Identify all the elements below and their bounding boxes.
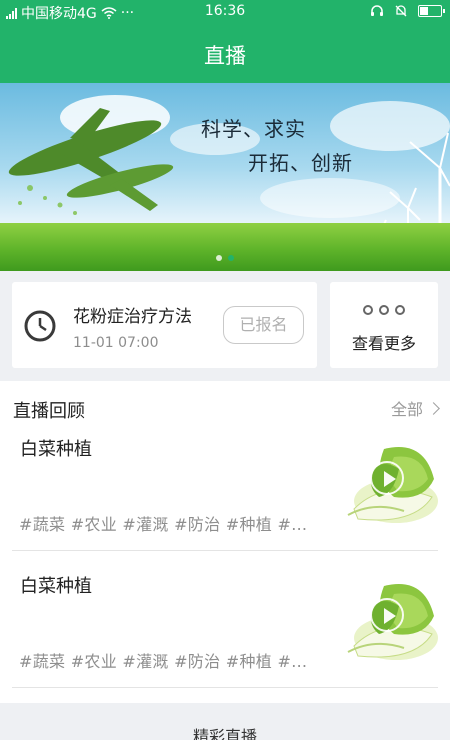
- slogan-line-2: 开拓、创新: [248, 151, 353, 175]
- featured-live-section: 精彩直播: [0, 703, 450, 740]
- divider: [12, 550, 438, 551]
- video-thumbnail[interactable]: [344, 439, 439, 531]
- bell-off-icon: [395, 5, 407, 17]
- battery-icon: [418, 5, 445, 17]
- replay-list-item[interactable]: 白菜种植 #蔬菜 #农业 #灌溉 #防治 #种植 #…: [0, 435, 450, 572]
- carousel-dot[interactable]: [216, 255, 222, 261]
- view-all-label: 全部: [390, 400, 423, 419]
- page-title: 直播: [204, 44, 246, 68]
- play-icon[interactable]: [370, 461, 404, 495]
- replay-item-tags: #蔬菜 #农业 #灌溉 #防治 #种植 #…: [19, 652, 308, 671]
- replay-section: 直播回顾 全部 白菜种植 #蔬菜 #农业 #灌溉 #防治 #种植 #… 白菜种植…: [0, 381, 450, 703]
- play-icon[interactable]: [370, 598, 404, 632]
- banner-carousel[interactable]: 科学、求实 开拓、创新: [0, 83, 450, 271]
- replay-list-item[interactable]: 白菜种植 #蔬菜 #农业 #灌溉 #防治 #种植 #…: [0, 572, 450, 709]
- app-header: 中国移动4G ··· 16:36 直播: [0, 0, 450, 83]
- carousel-dot-active[interactable]: [228, 255, 234, 261]
- section-title: 直播回顾: [13, 401, 85, 422]
- clock-icon: [24, 310, 56, 342]
- view-more-label: 查看更多: [351, 334, 416, 353]
- upcoming-live-card[interactable]: 花粉症治疗方法 11-01 07:00 已报名: [12, 282, 317, 368]
- divider: [12, 687, 438, 688]
- live-time: 11-01 07:00: [73, 335, 159, 351]
- view-more-button[interactable]: 查看更多: [330, 282, 438, 368]
- chevron-right-icon: [427, 401, 440, 415]
- view-all-link[interactable]: 全部: [390, 396, 440, 420]
- more-dots-icon: [330, 305, 438, 315]
- replay-item-tags: #蔬菜 #农业 #灌溉 #防治 #种植 #…: [19, 515, 308, 534]
- grass-field: [0, 223, 450, 271]
- slogan-line-1: 科学、求实: [201, 117, 306, 141]
- headset-icon: [371, 5, 383, 16]
- video-thumbnail[interactable]: [344, 576, 439, 668]
- status-bar: 中国移动4G ··· 16:36: [0, 0, 450, 26]
- status-right: [370, 4, 445, 18]
- replay-item-title: 白菜种植: [20, 576, 92, 597]
- registered-button[interactable]: 已报名: [223, 306, 304, 344]
- carousel-indicator: [0, 255, 450, 261]
- airplane-illustration: [8, 108, 174, 215]
- replay-item-title: 白菜种植: [20, 439, 92, 460]
- live-title: 花粉症治疗方法: [73, 307, 192, 327]
- featured-live-title: 精彩直播: [192, 727, 257, 740]
